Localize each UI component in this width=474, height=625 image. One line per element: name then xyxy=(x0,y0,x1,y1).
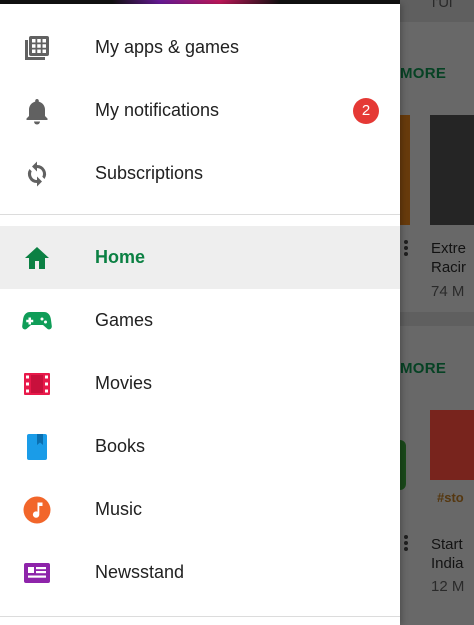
menu-item-home[interactable]: Home xyxy=(0,226,400,289)
menu-item-label: Newsstand xyxy=(95,562,185,582)
home-icon xyxy=(22,243,52,273)
drawer-scrim[interactable] xyxy=(400,0,474,625)
gamepad-icon xyxy=(22,306,52,336)
music-note-icon xyxy=(22,495,52,525)
book-icon xyxy=(22,432,52,462)
menu-item-movies[interactable]: Movies xyxy=(0,352,400,415)
menu-item-subscriptions[interactable]: Subscriptions xyxy=(0,142,400,205)
notification-count-badge: 2 xyxy=(353,97,379,124)
menu-item-music[interactable]: Music xyxy=(0,478,400,541)
menu-item-label: Music xyxy=(95,499,143,519)
menu-item-label: Movies xyxy=(95,373,153,393)
menu-item-label: Games xyxy=(95,310,154,330)
menu-item-my-apps[interactable]: My apps & games xyxy=(0,16,400,79)
drawer-divider xyxy=(0,214,400,215)
menu-item-games[interactable]: Games xyxy=(0,289,400,352)
film-icon xyxy=(22,369,52,399)
menu-item-label: Home xyxy=(95,247,146,267)
menu-item-label: Subscriptions xyxy=(95,163,204,183)
menu-item-my-notifications[interactable]: My notifications 2 xyxy=(0,79,400,142)
newsstand-icon xyxy=(22,558,52,588)
navigation-drawer: My apps & games My notifications 2 Subsc… xyxy=(0,4,400,625)
menu-item-newsstand[interactable]: Newsstand xyxy=(0,541,400,604)
menu-item-books[interactable]: Books xyxy=(0,415,400,478)
drawer-divider xyxy=(0,616,400,617)
menu-item-label: My apps & games xyxy=(95,37,240,57)
menu-item-label: My notifications xyxy=(95,100,220,120)
refresh-icon xyxy=(22,159,52,189)
bell-icon xyxy=(22,96,52,126)
menu-item-label: Books xyxy=(95,436,146,456)
apps-grid-icon xyxy=(22,33,52,63)
